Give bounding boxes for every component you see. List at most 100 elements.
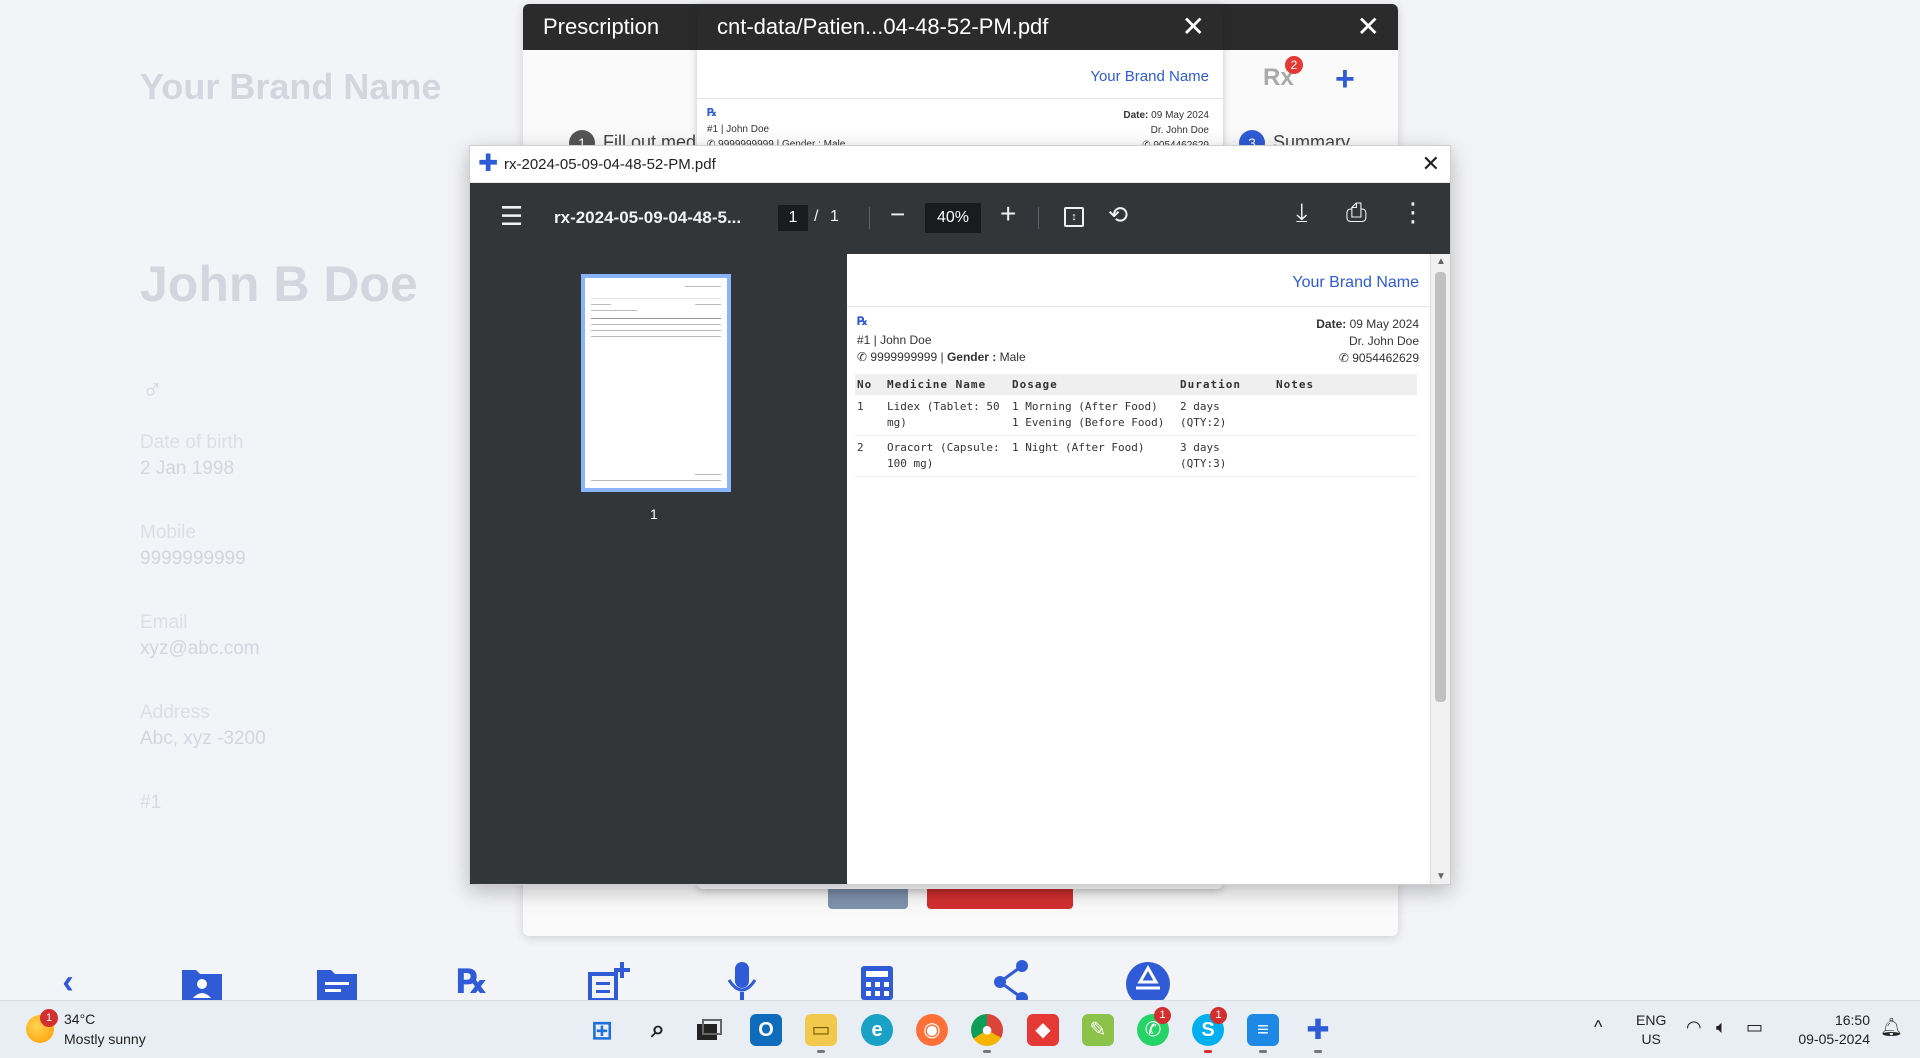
print-icon[interactable]: ⎙ [1346, 197, 1367, 229]
cell-dosage: 1 Night (After Food) [1010, 435, 1178, 477]
clock-time: 16:50 [1834, 1012, 1870, 1028]
close-icon[interactable]: ✕ [1422, 151, 1440, 177]
zoom-in-icon[interactable]: + [1000, 198, 1016, 230]
whatsapp-badge: 1 [1154, 1007, 1171, 1024]
cell-no: 1 [855, 395, 885, 436]
notification-bell-icon[interactable]: 🔔︎ [1880, 1017, 1903, 1038]
patient-line: #1 | John Doe [857, 333, 932, 347]
cell-dosage: 1 Morning (After Food) 1 Evening (Before … [1010, 395, 1178, 436]
battery-icon[interactable]: ▭ [1746, 1017, 1763, 1038]
dosage-line: 1 Night (After Food) [1012, 441, 1145, 454]
fit-to-page-icon[interactable]: ↕ [1064, 207, 1084, 227]
bg-field-value: Abc, xyz -3200 [140, 728, 266, 749]
medicine-line: Oracort (Capsule: [887, 441, 1000, 454]
divider [847, 306, 1430, 307]
microphone-icon[interactable] [720, 960, 764, 1000]
prescription-modal-title: Prescription [543, 14, 660, 39]
bg-field-label: Date of birth [140, 432, 244, 453]
bg-patient-id: #1 [140, 792, 162, 813]
phone-icon: ✆ [1338, 351, 1349, 365]
date-value: 09 May 2024 [1349, 317, 1419, 331]
chevron-up-icon[interactable]: ^ [1594, 1017, 1602, 1038]
duration-line: (QTY:2) [1180, 416, 1227, 429]
cell-notes [1274, 435, 1417, 477]
rx-icon[interactable]: ℞ [450, 960, 494, 1000]
page-number-input[interactable]: 1 [778, 205, 808, 231]
bg-field-value: 9999999999 [140, 548, 246, 569]
task-view-icon[interactable] [693, 1014, 725, 1046]
rx-symbol-icon: ℞ [857, 314, 868, 328]
zoom-input[interactable]: 40% [925, 203, 981, 233]
camera-shutter-icon[interactable] [1126, 960, 1170, 1000]
more-options-icon[interactable]: ⋮ [1400, 197, 1426, 228]
col-header: Dosage [1010, 374, 1178, 395]
rotate-icon[interactable]: ⟲ [1108, 201, 1128, 230]
male-gender-icon: ♂ [142, 374, 163, 405]
patient-info: #1 | John Doe ✆ 9999999999 | Gender : Ma… [857, 333, 1026, 364]
download-icon[interactable]: ⤓ [1296, 197, 1308, 229]
add-note-icon[interactable] [586, 960, 630, 1000]
share-icon[interactable] [990, 960, 1034, 1000]
running-indicator [983, 1050, 991, 1053]
add-icon[interactable]: + [1335, 60, 1355, 99]
scroll-down-icon[interactable]: ▼ [1436, 871, 1446, 882]
clock[interactable]: 16:50 09-05-2024 [1786, 1011, 1870, 1049]
doctor-name: Dr. John Doe [1150, 125, 1209, 136]
weather-description[interactable]: Mostly sunny [64, 1031, 146, 1047]
region-code: US [1641, 1031, 1661, 1047]
duration-line: 3 days [1180, 441, 1220, 454]
pdf-preview-header: cnt-data/Patien...04-48-52-PM.pdf ✕ [697, 4, 1223, 50]
close-icon[interactable]: ✕ [1182, 10, 1205, 43]
notes-icon[interactable] [315, 960, 359, 1000]
back-chevron-icon[interactable]: ‹ [46, 960, 90, 1000]
firefox-icon[interactable]: ◉ [916, 1014, 948, 1046]
window-titlebar[interactable]: ✚ rx-2024-05-09-04-48-52-PM.pdf ✕ [470, 146, 1450, 183]
doctor-info: Date: 09 May 2024 Dr. John Doe ✆ 9054462… [1316, 316, 1419, 367]
weather-temperature[interactable]: 34°C [64, 1011, 95, 1027]
chrome-icon[interactable]: ● [971, 1014, 1003, 1046]
close-icon[interactable]: ✕ [1357, 10, 1380, 43]
zoom-out-icon[interactable]: − [890, 199, 905, 230]
medicine-table: No Medicine Name Dosage Duration Notes 1… [855, 374, 1417, 477]
paint-icon[interactable]: ✎ [1082, 1014, 1114, 1046]
weather-badge: 1 [40, 1009, 58, 1027]
pdf-toolbar: ☰ rx-2024-05-09-04-48-5... 1 / 1 − 40% +… [470, 183, 1450, 254]
menu-icon[interactable]: ☰ [500, 201, 523, 232]
calculator-icon[interactable] [855, 960, 899, 1000]
app-plus-icon[interactable]: ✚ [1302, 1014, 1334, 1046]
page-thumbnail[interactable] [581, 274, 731, 492]
edge-icon[interactable]: e [861, 1014, 893, 1046]
windows-start-icon[interactable]: ⊞ [586, 1014, 618, 1046]
scroll-up-icon[interactable]: ▲ [1436, 256, 1446, 267]
scrollbar-thumb[interactable] [1435, 272, 1446, 702]
duration-line: 2 days [1180, 400, 1220, 413]
volume-icon[interactable]: 🔈︎ [1716, 1017, 1727, 1038]
patient-phone: 9999999999 [870, 350, 938, 364]
wifi-icon[interactable]: ◠ [1686, 1017, 1702, 1038]
medicine-line: Lidex (Tablet: 50 [887, 400, 1000, 413]
skype-badge: 1 [1210, 1007, 1227, 1024]
pdf-preview-title: cnt-data/Patien...04-48-52-PM.pdf [717, 14, 1049, 39]
search-icon[interactable]: ⌕ [642, 1014, 674, 1046]
file-explorer-icon[interactable]: ▭ [805, 1014, 837, 1046]
primary-red-button[interactable] [927, 887, 1073, 909]
running-indicator [1314, 1050, 1322, 1053]
notepad-icon[interactable]: ≡ [1247, 1014, 1279, 1046]
pdf-brand: Your Brand Name [1090, 68, 1209, 85]
toolbar-divider [869, 207, 870, 229]
page-brand: Your Brand Name [1292, 274, 1419, 291]
outlook-icon[interactable]: O [750, 1014, 782, 1046]
vertical-scrollbar[interactable]: ▲ ▼ [1430, 254, 1450, 884]
anydesk-icon[interactable]: ◆ [1027, 1014, 1059, 1046]
bottom-nav: ‹ ℞ [0, 960, 1920, 1000]
secondary-button[interactable] [828, 887, 908, 909]
language-indicator[interactable]: ENG US [1636, 1011, 1666, 1049]
cell-medicine: Lidex (Tablet: 50 mg) [885, 395, 1010, 436]
col-header: No [855, 374, 885, 395]
page-separator: / [814, 208, 819, 225]
clock-date: 09-05-2024 [1798, 1031, 1870, 1047]
taskbar: 1 34°C Mostly sunny ⊞ ⌕ O ▭ e ◉ ● ◆ ✎ ✆ … [0, 1000, 1920, 1058]
date-label: Date: [1316, 317, 1347, 331]
toolbar-file-name: rx-2024-05-09-04-48-5... [554, 208, 742, 227]
patient-folder-icon[interactable] [180, 960, 224, 1000]
